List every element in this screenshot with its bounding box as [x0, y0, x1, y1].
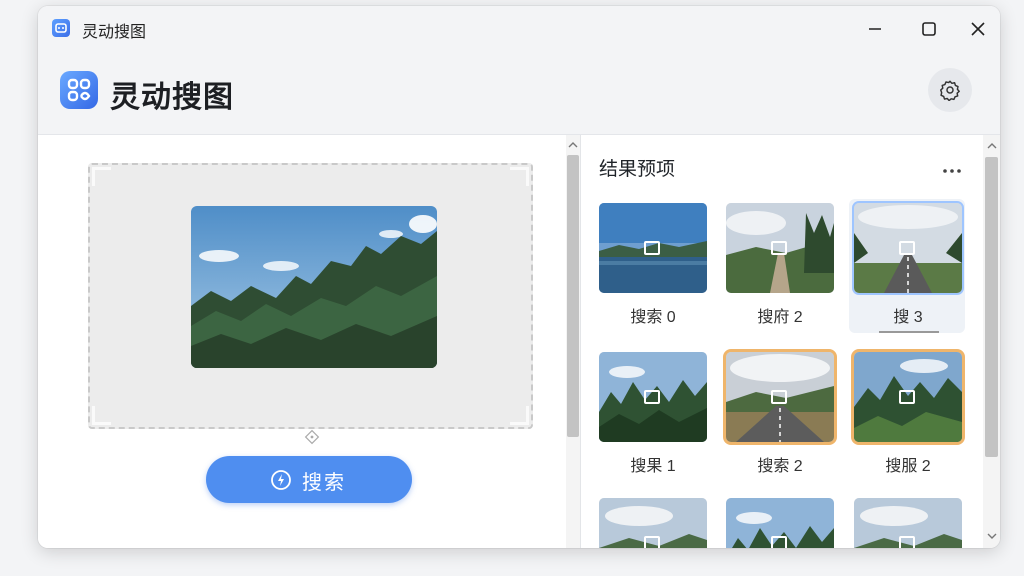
close-button[interactable] — [967, 18, 989, 40]
more-options-button[interactable] — [941, 163, 963, 173]
preview-overlay-icon — [771, 536, 787, 548]
result-caption: 搜府 2 — [757, 309, 803, 326]
crop-corner-bottom-right[interactable] — [510, 406, 529, 425]
result-thumbnail[interactable] — [599, 352, 707, 442]
preview-overlay-icon — [771, 390, 787, 404]
result-caption: 搜服 2 — [885, 458, 931, 475]
result-thumbnail[interactable] — [854, 203, 962, 293]
close-icon — [971, 22, 985, 36]
preview-overlay-icon — [771, 241, 787, 255]
result-thumbnail[interactable] — [854, 352, 962, 442]
minimize-button[interactable] — [864, 18, 886, 40]
crop-corner-bottom-left[interactable] — [92, 406, 111, 425]
result-caption: 搜索 0 — [630, 309, 676, 326]
preview-overlay-icon — [899, 536, 915, 548]
result-thumbnail[interactable] — [726, 498, 834, 548]
window-title: 灵动搜图 — [82, 24, 147, 41]
scroll-up-icon[interactable] — [568, 141, 578, 149]
preview-overlay-icon — [899, 390, 915, 404]
lightning-icon — [271, 470, 291, 490]
image-drop-zone[interactable] — [88, 163, 533, 429]
result-caption: 搜 3 — [893, 309, 923, 326]
scroll-down-icon[interactable] — [987, 532, 997, 540]
gear-icon — [940, 80, 960, 101]
result-thumbnail[interactable] — [599, 203, 707, 293]
app-title: 灵动搜图 — [110, 81, 234, 114]
result-thumbnail[interactable] — [726, 352, 834, 442]
results-pane: 结果预项 搜索 0 搜府 2 搜 3 搜果 1 搜索 2 搜服 2 — [581, 135, 983, 548]
query-image-preview — [191, 206, 437, 368]
preview-overlay-icon — [644, 390, 660, 404]
crop-corner-top-left[interactable] — [92, 167, 111, 186]
app-window: 灵动搜图 灵动搜图 搜索 结果预项 搜索 0 搜府 2 搜 3 搜果 1 搜索 … — [38, 6, 1000, 548]
app-small-icon — [52, 19, 70, 37]
result-caption: 搜果 1 — [630, 458, 676, 475]
result-caption: 搜索 2 — [757, 458, 803, 475]
maximize-icon — [922, 22, 936, 36]
left-scroll-thumb[interactable] — [567, 155, 579, 437]
results-title: 结果预项 — [599, 159, 676, 180]
maximize-button[interactable] — [918, 18, 940, 40]
preview-overlay-icon — [899, 241, 915, 255]
app-logo — [60, 71, 98, 109]
result-thumbnail[interactable] — [599, 498, 707, 548]
app-logo-icon — [67, 78, 91, 102]
search-button[interactable]: 搜索 — [206, 456, 412, 503]
crop-corner-top-right[interactable] — [510, 167, 529, 186]
right-scroll-thumb[interactable] — [985, 157, 998, 457]
preview-overlay-icon — [644, 536, 660, 548]
search-button-label: 搜索 — [302, 472, 346, 494]
preview-overlay-icon — [644, 241, 660, 255]
minimize-icon — [869, 28, 881, 30]
result-thumbnail[interactable] — [854, 498, 962, 548]
scroll-up-icon[interactable] — [987, 142, 997, 150]
query-pane: 搜索 — [38, 135, 566, 548]
result-thumbnail[interactable] — [726, 203, 834, 293]
selected-item-underline — [879, 331, 939, 333]
title-bar: 灵动搜图 灵动搜图 — [38, 6, 1000, 135]
resize-handle[interactable] — [304, 429, 320, 445]
diamond-handle-icon — [304, 429, 320, 445]
settings-button[interactable] — [928, 68, 972, 112]
left-scrollbar[interactable] — [566, 135, 580, 548]
more-horizontal-icon — [943, 169, 961, 173]
right-scrollbar[interactable] — [983, 135, 1000, 548]
